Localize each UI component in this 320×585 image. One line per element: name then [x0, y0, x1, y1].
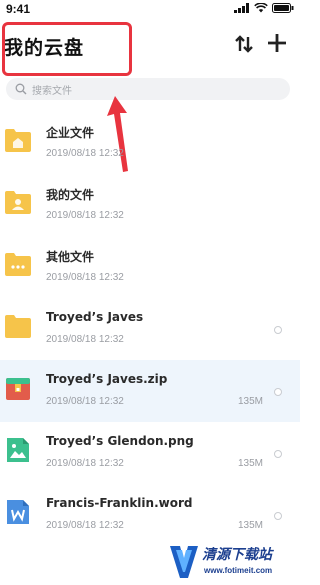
file-name: 企业文件	[46, 126, 95, 140]
status-bar: 9:41	[0, 0, 300, 18]
watermark-logo-icon	[170, 546, 198, 578]
file-row-zip[interactable]: Troyed’s Javes.zip 2019/08/18 12:32 135M	[0, 360, 300, 422]
file-name: 我的文件	[46, 188, 95, 202]
file-row-word[interactable]: Francis-Franklin.word 2019/08/18 12:32 1…	[0, 484, 300, 546]
sort-button[interactable]	[234, 34, 254, 54]
file-date: 2019/08/18 12:32	[46, 520, 124, 531]
add-button[interactable]	[266, 32, 288, 54]
status-time: 9:41	[6, 2, 31, 16]
image-file-icon	[7, 438, 29, 462]
sort-icon	[235, 35, 253, 53]
folder-enterprise-icon	[5, 129, 31, 152]
file-name: 其他文件	[46, 250, 95, 264]
search-icon	[15, 83, 27, 95]
watermark-url: www.fotimeit.com	[204, 566, 273, 575]
file-size: 135M	[238, 520, 264, 531]
search-placeholder: 搜索文件	[32, 86, 72, 97]
file-name: Troyed’s Glendon.png	[46, 434, 194, 448]
file-date: 2019/08/18 12:32	[46, 458, 124, 469]
file-row-my-files[interactable]: 我的文件 2019/08/18 12:32	[0, 174, 300, 236]
annotation-highlight-box	[2, 22, 132, 76]
folder-other-icon	[5, 253, 31, 276]
header: 我的云盘	[0, 18, 300, 76]
file-size: 135M	[238, 396, 264, 407]
battery-icon	[272, 3, 294, 13]
file-row-folder[interactable]: Troyed’s Javes 2019/08/18 12:32	[0, 298, 300, 360]
file-name: Troyed’s Javes.zip	[46, 372, 168, 386]
select-radio[interactable]	[274, 388, 282, 396]
select-radio[interactable]	[274, 326, 282, 334]
plus-icon	[268, 34, 286, 52]
file-row-enterprise[interactable]: 企业文件 2019/08/18 12:32	[0, 112, 300, 174]
file-row-image[interactable]: Troyed’s Glendon.png 2019/08/18 12:32 13…	[0, 422, 300, 484]
folder-user-icon	[5, 191, 31, 214]
file-name: Troyed’s Javes	[46, 310, 144, 324]
watermark-text: 清源下载站	[202, 547, 272, 563]
folder-icon	[5, 315, 31, 338]
status-icons	[234, 3, 294, 13]
wifi-icon	[254, 3, 268, 13]
file-date: 2019/08/18 12:32	[46, 334, 124, 345]
file-date: 2019/08/18 12:32	[46, 396, 124, 407]
file-date: 2019/08/18 12:32	[46, 210, 124, 221]
file-date: 2019/08/18 12:32	[46, 272, 124, 283]
file-size: 135M	[238, 458, 264, 469]
file-name: Francis-Franklin.word	[46, 496, 193, 510]
file-date: 2019/08/18 12:32	[46, 148, 124, 159]
signal-icon	[234, 3, 249, 13]
word-file-icon	[7, 500, 29, 524]
select-radio[interactable]	[274, 512, 282, 520]
file-row-other-files[interactable]: 其他文件 2019/08/18 12:32	[0, 236, 300, 298]
watermark: 清源下载站 www.fotimeit.com	[168, 540, 300, 585]
select-radio[interactable]	[274, 450, 282, 458]
zip-file-icon	[6, 378, 30, 400]
search-input[interactable]: 搜索文件	[6, 78, 290, 100]
